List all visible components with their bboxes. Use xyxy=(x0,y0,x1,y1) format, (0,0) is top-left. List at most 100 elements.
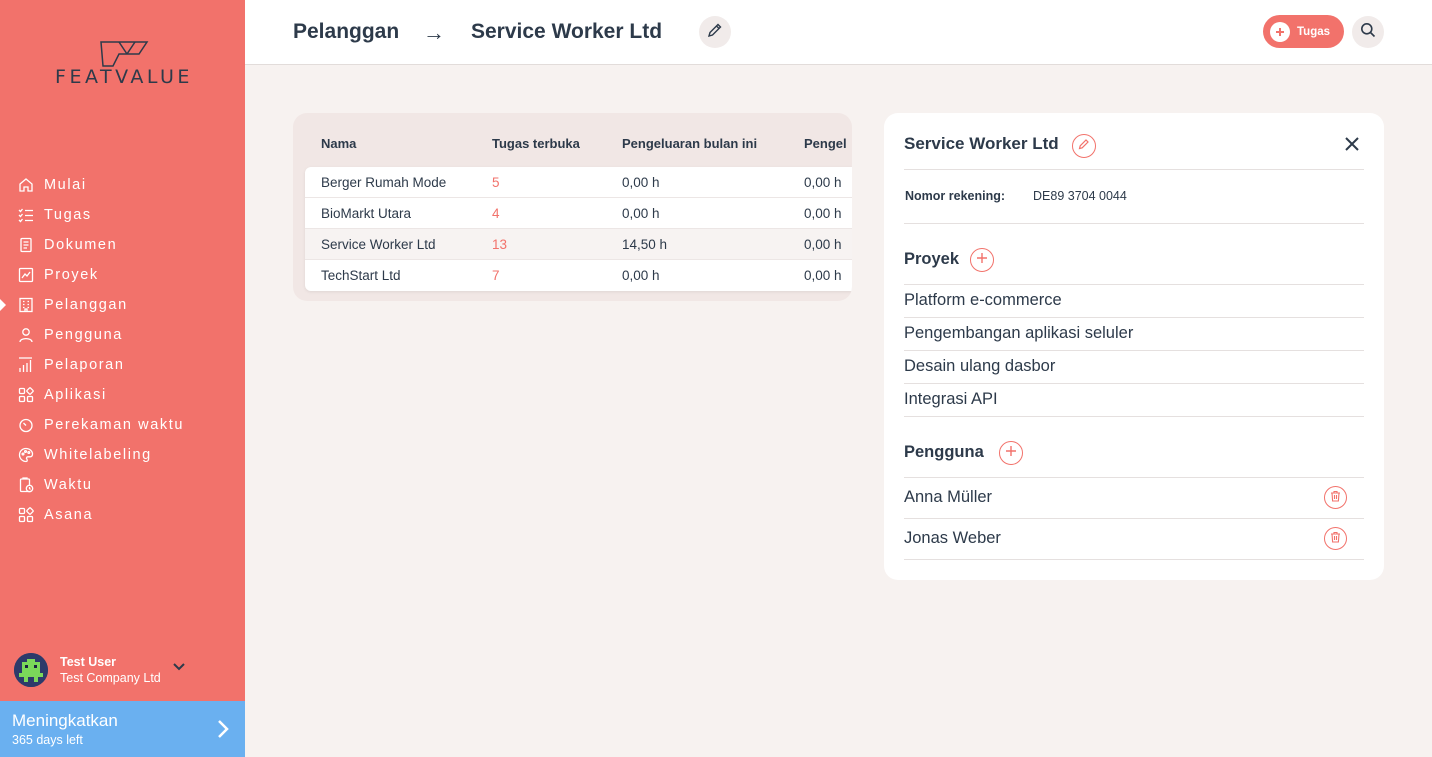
add-task-label: Tugas xyxy=(1297,25,1331,38)
cell-name: Berger Rumah Mode xyxy=(321,175,447,190)
top-bar: Pelanggan → Service Worker Ltd Tugas xyxy=(245,0,1432,65)
search-icon xyxy=(1360,22,1376,43)
edit-title-button[interactable] xyxy=(699,16,731,48)
palette-icon xyxy=(16,445,36,465)
user-info: Test User Test Company Ltd xyxy=(60,655,161,685)
cell-spend: 0,00 h xyxy=(622,268,660,283)
sidebar-item-label: Perekaman waktu xyxy=(44,417,185,433)
divider xyxy=(904,559,1364,560)
column-header-open-tasks[interactable]: Tugas terbuka xyxy=(492,136,580,151)
sidebar-item-label: Asana xyxy=(44,507,94,523)
breadcrumb-parent[interactable]: Pelanggan xyxy=(293,20,399,44)
sidebar-item-waktu[interactable]: Waktu xyxy=(0,470,245,500)
cell-open-tasks: 13 xyxy=(492,237,508,252)
divider xyxy=(904,350,1364,351)
user-company: Test Company Ltd xyxy=(60,671,161,685)
divider xyxy=(904,416,1364,417)
sidebar-item-label: Waktu xyxy=(44,477,93,493)
sidebar-item-mulai[interactable]: Mulai xyxy=(0,170,245,200)
divider xyxy=(904,383,1364,384)
user-name: Test User xyxy=(60,655,117,669)
sidebar-item-proyek[interactable]: Proyek xyxy=(0,260,245,290)
close-icon xyxy=(1344,136,1360,157)
avatar xyxy=(14,653,48,687)
sidebar-item-label: Aplikasi xyxy=(44,387,107,403)
remove-user-button[interactable] xyxy=(1324,527,1347,550)
trash-icon xyxy=(1330,530,1341,548)
sidebar-item-asana[interactable]: Asana xyxy=(0,500,245,530)
add-task-button[interactable]: Tugas xyxy=(1263,15,1344,48)
cell-spend-2: 0,00 h xyxy=(804,268,842,283)
cell-spend-2: 0,00 h xyxy=(804,175,842,190)
table-body: Berger Rumah Mode 5 0,00 h 0,00 h BioMar… xyxy=(305,167,852,291)
divider xyxy=(904,518,1364,519)
sidebar-item-pelaporan[interactable]: Pelaporan xyxy=(0,350,245,380)
cell-spend-2: 0,00 h xyxy=(804,237,842,252)
page-title: Service Worker Ltd xyxy=(471,20,663,43)
add-project-button[interactable] xyxy=(970,248,994,272)
column-header-spend-truncated[interactable]: Pengel xyxy=(804,136,847,151)
plus-icon xyxy=(1005,444,1017,462)
upgrade-subtitle: 365 days left xyxy=(12,733,83,747)
sidebar-item-whitelabeling[interactable]: Whitelabeling xyxy=(0,440,245,470)
stopwatch-icon xyxy=(16,415,36,435)
apps-grid-icon xyxy=(16,505,36,525)
customer-table: Nama Tugas terbuka Pengeluaran bulan ini… xyxy=(293,113,852,301)
remove-user-button[interactable] xyxy=(1324,486,1347,509)
add-user-button[interactable] xyxy=(999,441,1023,465)
sidebar-item-label: Proyek xyxy=(44,267,99,283)
project-item[interactable]: Integrasi API xyxy=(904,390,1364,409)
divider xyxy=(904,169,1364,170)
pencil-icon xyxy=(1078,137,1090,155)
project-item[interactable]: Desain ulang dasbor xyxy=(904,357,1364,376)
divider xyxy=(904,317,1364,318)
user-item[interactable]: Jonas Weber xyxy=(904,529,1364,548)
document-icon xyxy=(16,235,36,255)
divider xyxy=(904,223,1364,224)
plus-icon xyxy=(976,251,988,269)
upgrade-banner[interactable]: Meningkatkan 365 days left xyxy=(0,701,245,757)
divider xyxy=(904,477,1364,478)
table-row[interactable]: BioMarkt Utara 4 0,00 h 0,00 h xyxy=(305,198,852,229)
logo[interactable]: FEATVALUE xyxy=(36,40,212,90)
detail-title: Service Worker Ltd xyxy=(904,134,1059,153)
table-row-selected[interactable]: Service Worker Ltd 13 14,50 h 0,00 h xyxy=(305,229,852,260)
checklist-icon xyxy=(16,205,36,225)
breadcrumb-separator: → xyxy=(423,20,445,45)
trash-icon xyxy=(1330,489,1341,507)
sidebar-item-perekaman-waktu[interactable]: Perekaman waktu xyxy=(0,410,245,440)
project-item[interactable]: Pengembangan aplikasi seluler xyxy=(904,324,1364,343)
account-number-label: Nomor rekening: xyxy=(905,189,1006,203)
sidebar-item-pengguna[interactable]: Pengguna xyxy=(0,320,245,350)
close-button[interactable] xyxy=(1340,134,1364,158)
time-clipboard-icon xyxy=(16,475,36,495)
search-button[interactable] xyxy=(1352,16,1384,48)
project-item[interactable]: Platform e-commerce xyxy=(904,291,1364,310)
user-icon xyxy=(16,325,36,345)
sidebar-item-tugas[interactable]: Tugas xyxy=(0,200,245,230)
user-item[interactable]: Anna Müller xyxy=(904,488,1364,507)
cell-name: TechStart Ltd xyxy=(321,268,401,283)
apps-grid-icon xyxy=(16,385,36,405)
user-menu[interactable]: Test User Test Company Ltd xyxy=(14,652,234,688)
chevron-down-icon[interactable] xyxy=(173,658,185,676)
sidebar-item-dokumen[interactable]: Dokumen xyxy=(0,230,245,260)
cell-open-tasks: 7 xyxy=(492,268,500,283)
sidebar-item-pelanggan[interactable]: Pelanggan xyxy=(0,290,245,320)
chevron-right-icon xyxy=(217,719,229,744)
edit-customer-button[interactable] xyxy=(1072,134,1096,158)
logo-mark-icon xyxy=(100,41,149,67)
table-row[interactable]: Berger Rumah Mode 5 0,00 h 0,00 h xyxy=(305,167,852,198)
table-row[interactable]: TechStart Ltd 7 0,00 h 0,00 h xyxy=(305,260,852,291)
sidebar-item-aplikasi[interactable]: Aplikasi xyxy=(0,380,245,410)
pencil-icon xyxy=(707,22,723,43)
cell-open-tasks: 4 xyxy=(492,206,500,221)
column-header-spend-month[interactable]: Pengeluaran bulan ini xyxy=(622,136,757,151)
divider xyxy=(904,284,1364,285)
column-header-name[interactable]: Nama xyxy=(321,136,356,151)
cell-name: BioMarkt Utara xyxy=(321,206,412,221)
sidebar-item-label: Tugas xyxy=(44,207,92,223)
account-number-value: DE89 3704 0044 xyxy=(1033,189,1127,203)
sidebar-item-label: Mulai xyxy=(44,177,87,193)
sidebar-nav: Mulai Tugas Dokumen Proyek Pelanggan Pen… xyxy=(0,170,245,530)
